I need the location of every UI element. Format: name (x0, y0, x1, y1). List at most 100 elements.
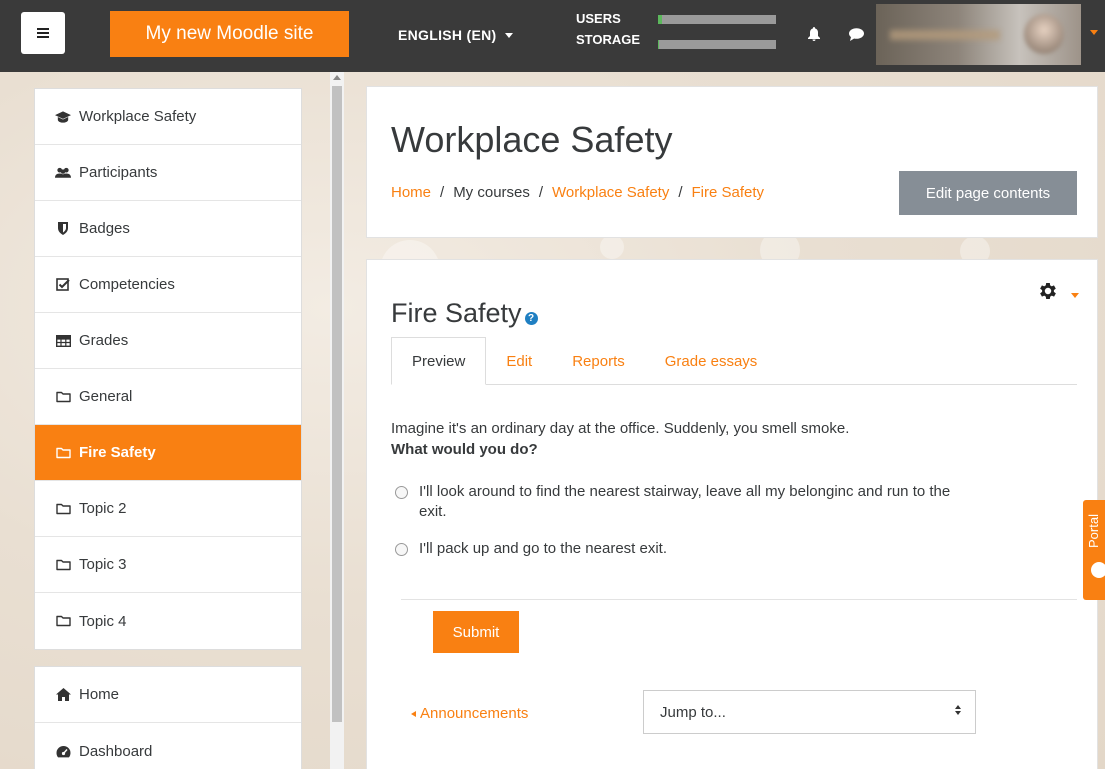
users-quota-bar (658, 15, 776, 24)
portal-tab[interactable]: Portal (1083, 500, 1105, 600)
user-menu-caret-icon[interactable] (1090, 30, 1098, 35)
sidebar-item-fire-safety[interactable]: Fire Safety (35, 425, 301, 481)
lesson-title-text: Fire Safety (391, 298, 522, 328)
chat-icon[interactable] (849, 28, 864, 45)
user-name-blurred (890, 30, 1000, 40)
sidebar-item-label: Grades (79, 332, 129, 349)
gear-caret-icon[interactable] (1071, 293, 1079, 298)
submit-button[interactable]: Submit (433, 611, 519, 653)
sidebar-item-label: Fire Safety (79, 444, 156, 461)
sidebar-item-label: Participants (79, 164, 158, 181)
sidebar-item-label: Competencies (79, 276, 175, 293)
language-menu[interactable]: ENGLISH (EN) (398, 27, 513, 43)
help-icon[interactable]: ? (524, 311, 538, 325)
sidebar-item-general[interactable]: General (35, 369, 301, 425)
sidebar-item-competencies[interactable]: Competencies (35, 257, 301, 313)
sidebar-item-workplace-safety[interactable]: Workplace Safety (35, 89, 301, 145)
hamburger-icon (37, 28, 49, 38)
answer-radio-2[interactable] (395, 543, 408, 556)
answer-option-1[interactable]: I'll look around to find the nearest sta… (419, 482, 964, 522)
page-header: Workplace Safety Home / My courses / Wor… (366, 86, 1098, 238)
shield-icon (55, 222, 71, 235)
sidebar-item-label: Home (79, 686, 120, 703)
portal-icon (1091, 562, 1105, 578)
storage-quota-bar (658, 40, 776, 49)
jump-to-value: Jump to... (660, 703, 726, 721)
arrow-left-icon (411, 710, 416, 717)
quota-labels: USERS STORAGE (576, 8, 640, 50)
site-name[interactable]: My new Moodle site (110, 11, 349, 57)
breadcrumb-separator: / (678, 184, 683, 201)
sidebar-item-dashboard[interactable]: Dashboard (35, 723, 301, 769)
sidebar-item-topic-4[interactable]: Topic 4 (35, 593, 301, 649)
gear-icon[interactable] (1037, 280, 1059, 306)
avatar (1024, 14, 1064, 54)
edit-page-contents-button[interactable]: Edit page contents (899, 171, 1077, 215)
sidebar-item-label: Dashboard (79, 742, 153, 760)
sidebar-item-topic-2[interactable]: Topic 2 (35, 481, 301, 537)
tab-grade-essays[interactable]: Grade essays (645, 337, 778, 385)
sidebar-item-label: Badges (79, 220, 130, 237)
tab-reports[interactable]: Reports (552, 337, 645, 385)
checkbox-icon (55, 278, 71, 291)
sidebar-item-label: Topic 2 (79, 500, 127, 517)
breadcrumb: Home / My courses / Workplace Safety / F… (391, 184, 764, 201)
answer-radio-1[interactable] (395, 486, 408, 499)
language-label: ENGLISH (EN) (398, 27, 497, 43)
page-title: Workplace Safety (391, 119, 673, 160)
breadcrumb-separator: / (538, 184, 544, 201)
answer-option-2[interactable]: I'll pack up and go to the nearest exit. (419, 539, 964, 559)
folder-icon (55, 447, 71, 459)
users-icon (55, 167, 71, 179)
scrollbar-thumb[interactable] (332, 86, 342, 722)
portal-tab-label: Portal (1086, 514, 1101, 548)
lesson-tabs: Preview Edit Reports Grade essays (391, 337, 1077, 385)
storage-quota-label: STORAGE (576, 32, 641, 47)
breadcrumb-separator: / (440, 184, 445, 201)
folder-icon (55, 503, 71, 515)
user-menu[interactable] (876, 4, 1081, 65)
sidebar-item-label: Workplace Safety (79, 108, 197, 125)
scroll-up-icon[interactable] (333, 75, 341, 80)
sidebar-item-label: Topic 4 (79, 612, 127, 630)
graduation-cap-icon (55, 110, 71, 123)
previous-activity-link[interactable]: Announcements (411, 705, 528, 722)
bell-icon[interactable] (808, 27, 820, 45)
breadcrumb-lesson[interactable]: Fire Safety (692, 184, 765, 201)
lesson-title: Fire Safety ? (391, 298, 538, 329)
folder-icon (55, 391, 71, 403)
sidebar-item-label: General (79, 388, 133, 405)
select-arrows-icon (955, 705, 961, 715)
breadcrumb-my-courses: My courses (453, 184, 530, 201)
breadcrumb-home[interactable]: Home (391, 184, 431, 201)
question-prompt: What would you do? (391, 441, 538, 458)
quota-fill (658, 40, 660, 49)
users-quota-label: USERS (576, 11, 621, 26)
tab-edit[interactable]: Edit (486, 337, 552, 385)
divider (401, 599, 1077, 600)
dashboard-icon (55, 745, 71, 758)
previous-activity-label: Announcements (420, 705, 529, 722)
top-navbar: My new Moodle site ENGLISH (EN) USERS ST… (0, 0, 1105, 72)
course-navigation: Workplace Safety Participants Badges Compet… (34, 88, 302, 650)
drawer-scrollbar[interactable] (330, 72, 344, 769)
sidebar-item-home[interactable]: Home (35, 667, 301, 723)
folder-icon (55, 559, 71, 571)
home-icon (55, 688, 71, 701)
sidebar-item-grades[interactable]: Grades (35, 313, 301, 369)
quota-fill (658, 15, 662, 24)
sidebar-item-topic-3[interactable]: Topic 3 (35, 537, 301, 593)
folder-icon (55, 615, 71, 627)
table-icon (55, 334, 71, 347)
sidebar-item-participants[interactable]: Participants (35, 145, 301, 201)
sidebar-item-badges[interactable]: Badges (35, 201, 301, 257)
caret-down-icon (504, 32, 513, 38)
tab-preview[interactable]: Preview (391, 337, 487, 385)
sidebar-item-label: Topic 3 (79, 556, 127, 573)
site-navigation: Home Dashboard (34, 666, 302, 769)
jump-to-select[interactable]: Jump to... (643, 690, 976, 734)
lesson-content: Fire Safety ? Preview Edit Reports Grade… (366, 259, 1098, 769)
nav-drawer-toggle[interactable] (21, 12, 65, 54)
question-text: Imagine it's an ordinary day at the offi… (391, 418, 849, 460)
breadcrumb-course[interactable]: Workplace Safety (552, 184, 669, 201)
